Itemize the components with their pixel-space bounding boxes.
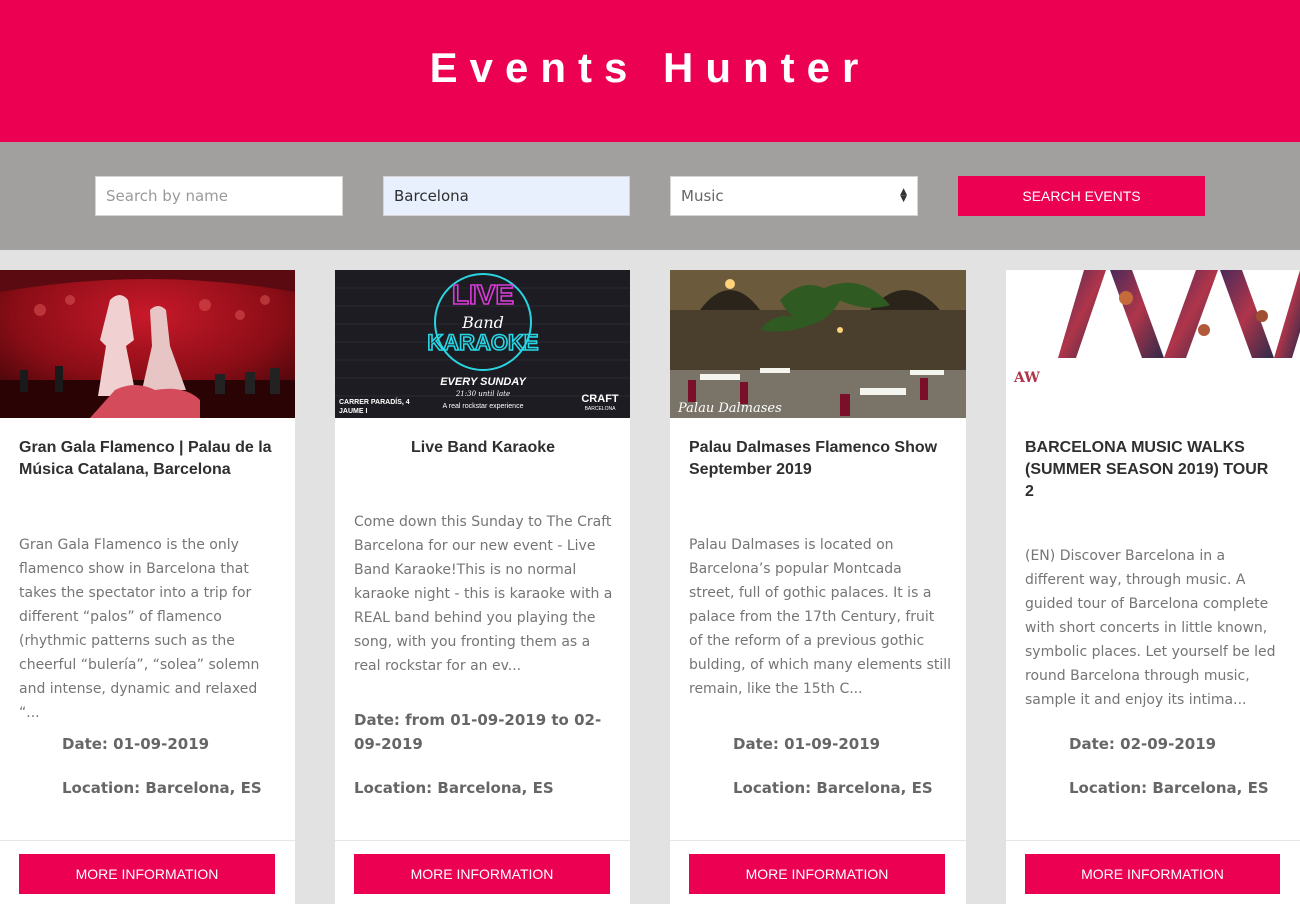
music-walks-logo: AW (1013, 370, 1040, 386)
event-title: Gran Gala Flamenco | Palau de la Música … (19, 439, 272, 478)
app-header: Events Hunter (0, 0, 1300, 142)
more-information-button[interactable]: MORE INFORMATION (689, 854, 945, 894)
event-description: Come down this Sunday to The Craft Barce… (354, 514, 613, 674)
karaoke-title-text: KARAOKE (427, 330, 538, 355)
event-date: Date: 02-09-2019 (1069, 735, 1217, 753)
category-select[interactable]: Music ▲ ▼ (670, 176, 918, 216)
event-card: Gran Gala Flamenco | Palau de la Música … (0, 270, 295, 904)
karaoke-sunday-text: EVERY SUNDAY (440, 376, 527, 388)
event-card: LIVE Band KARAOKE EVERY SUNDAY 21:30 unt… (335, 270, 630, 904)
event-image-music-walks: AW (1006, 270, 1300, 418)
more-information-button[interactable]: MORE INFORMATION (1025, 854, 1280, 894)
event-card: Palau Dalmases Palau Dalmases Flamenco S… (670, 270, 966, 904)
event-description: (EN) Discover Barcelona in a different w… (1025, 548, 1276, 708)
event-location: Location: Barcelona, ES (62, 779, 262, 797)
event-image-flamenco (0, 270, 295, 418)
event-image-palau: Palau Dalmases (670, 270, 966, 418)
search-name-input[interactable]: Search by name (95, 176, 343, 216)
karaoke-tagline-text: A real rockstar experience (443, 403, 524, 410)
event-title: Live Band Karaoke (410, 439, 556, 456)
event-date: Date: from 01-09-2019 to 02-09-2019 (354, 711, 602, 753)
event-date: Date: 01-09-2019 (733, 735, 881, 753)
event-date: Date: 01-09-2019 (62, 735, 210, 753)
craft-logo-subtext: BARCELONA (585, 406, 617, 412)
search-bar: Search by name Barcelona Music ▲ ▼ SEARCH… (0, 142, 1300, 250)
card-divider (0, 840, 295, 841)
karaoke-metro-text: JAUME I (339, 408, 367, 415)
event-location: Location: Barcelona, ES (733, 779, 933, 797)
more-information-button[interactable]: MORE INFORMATION (354, 854, 610, 894)
karaoke-live-text: LIVE (452, 279, 514, 310)
event-card: AW BARCELONA MUSIC WALKS (SUMMER SEASON … (1006, 270, 1300, 904)
city-input[interactable]: Barcelona (383, 176, 630, 216)
card-divider (670, 840, 966, 841)
event-description: Palau Dalmases is located on Barcelona’s… (689, 537, 952, 697)
more-information-button[interactable]: MORE INFORMATION (19, 854, 275, 894)
search-events-button[interactable]: SEARCH EVENTS (958, 176, 1205, 216)
event-image-karaoke: LIVE Band KARAOKE EVERY SUNDAY 21:30 unt… (335, 270, 630, 418)
karaoke-address-text: CARRER PARADÍS, 4 (339, 397, 410, 406)
event-title: BARCELONA MUSIC WALKS (SUMMER SEASON 201… (1025, 439, 1269, 500)
card-divider (1006, 840, 1300, 841)
card-divider (335, 840, 630, 841)
app-title: Events Hunter (429, 44, 871, 91)
craft-logo-text: CRAFT (581, 393, 619, 405)
event-location: Location: Barcelona, ES (1069, 779, 1269, 797)
palau-signature-text: Palau Dalmases (677, 401, 782, 416)
event-title: Palau Dalmases Flamenco Show September 2… (689, 439, 938, 478)
karaoke-time-text: 21:30 until late (455, 390, 510, 398)
event-description: Gran Gala Flamenco is the only flamenco … (19, 537, 260, 721)
event-location: Location: Barcelona, ES (354, 779, 554, 797)
category-select-value: Music (681, 187, 724, 205)
select-arrows-icon: ▲ ▼ (900, 187, 907, 204)
